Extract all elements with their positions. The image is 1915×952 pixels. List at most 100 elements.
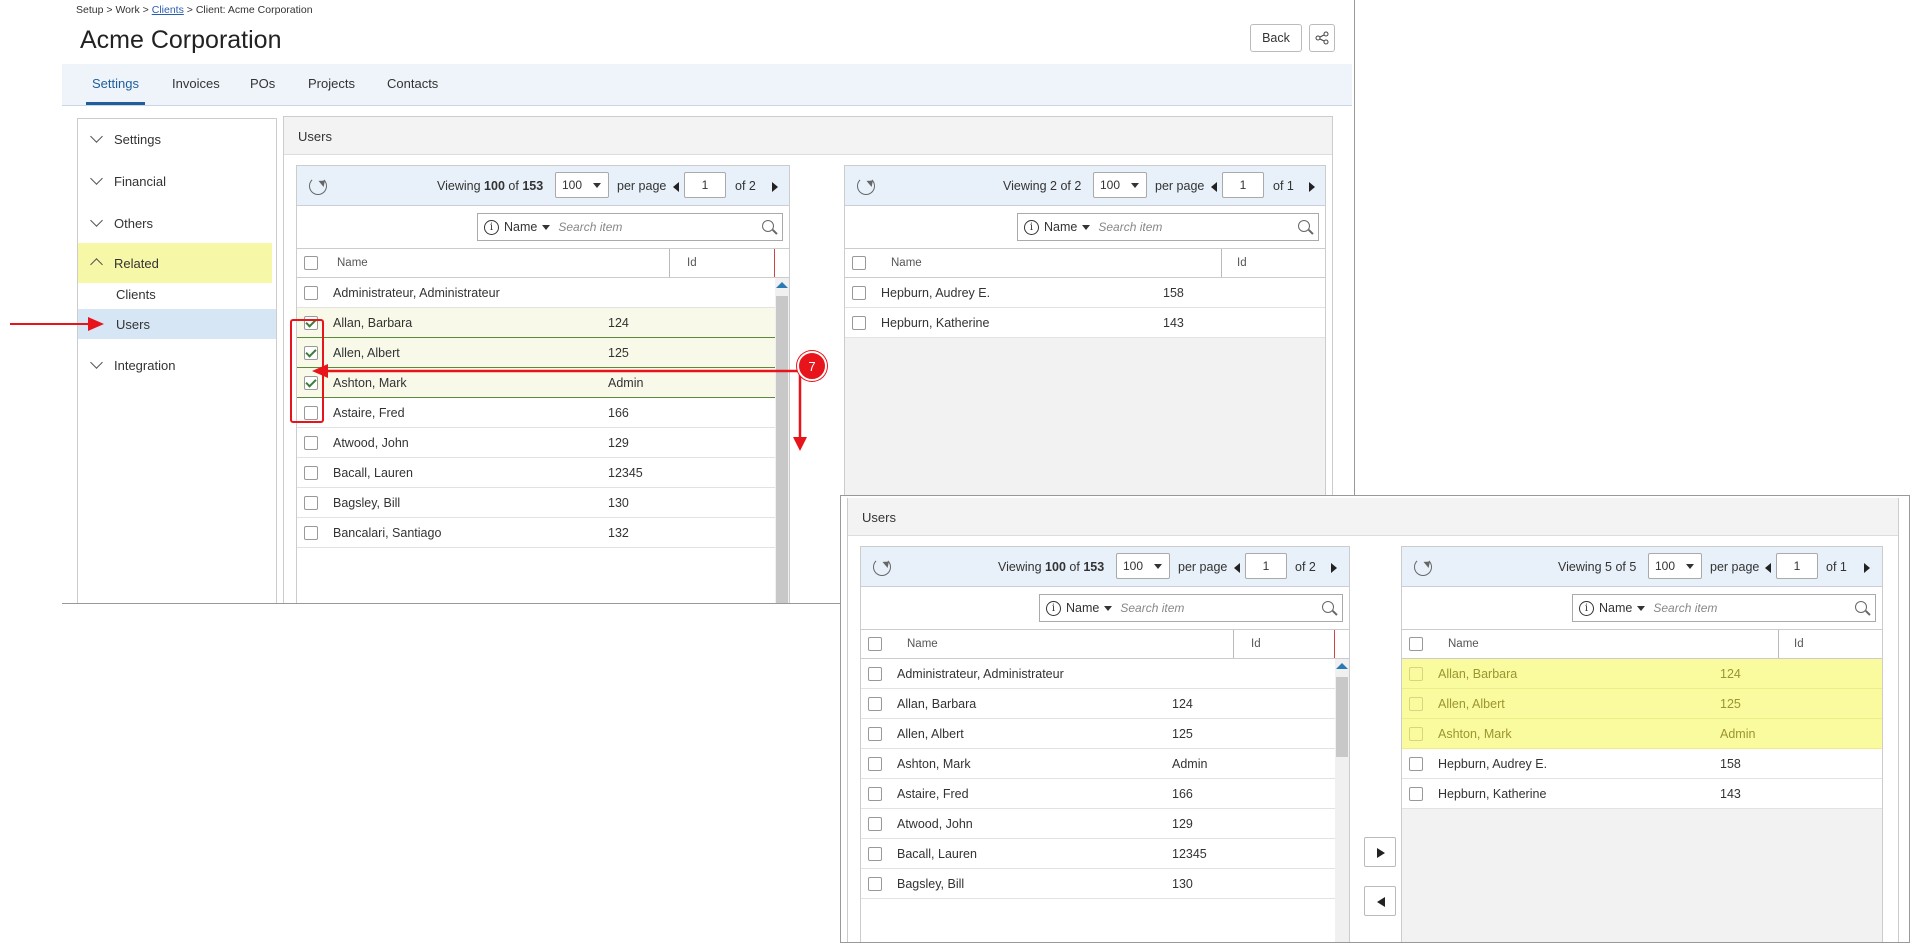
tab-invoices[interactable]: Invoices [172, 76, 220, 91]
page-number-input[interactable]: 1 [1776, 553, 1818, 579]
table-row[interactable]: Allan, Barbara 124 [297, 308, 775, 338]
search-icon[interactable] [1322, 601, 1334, 613]
page-size-select[interactable]: 100 [555, 172, 609, 198]
select-all-checkbox[interactable] [852, 256, 866, 270]
table-row[interactable]: Hepburn, Katherine 143 [845, 308, 1325, 338]
search-input[interactable]: Search item [1120, 601, 1184, 615]
search-box[interactable]: i Name Search item [477, 213, 783, 241]
next-page-icon[interactable] [1309, 182, 1315, 192]
next-page-icon[interactable] [1331, 563, 1337, 573]
tab-contacts[interactable]: Contacts [387, 76, 438, 91]
prev-page-icon[interactable] [1234, 563, 1240, 573]
row-checkbox[interactable] [1409, 667, 1423, 681]
sidebar-group-others[interactable]: Others [78, 204, 276, 242]
column-name[interactable]: Name [891, 257, 922, 269]
search-input[interactable]: Search item [1653, 601, 1717, 615]
prev-page-icon[interactable] [1211, 182, 1217, 192]
row-checkbox[interactable] [868, 697, 882, 711]
search-input[interactable]: Search item [1098, 220, 1162, 234]
next-page-icon[interactable] [1864, 563, 1870, 573]
search-icon[interactable] [1298, 220, 1310, 232]
next-page-icon[interactable] [772, 182, 778, 192]
sidebar-group-financial[interactable]: Financial [78, 162, 276, 200]
remove-users-button[interactable] [1364, 886, 1396, 916]
back-button[interactable]: Back [1250, 24, 1302, 52]
row-checkbox[interactable] [304, 526, 318, 540]
row-checkbox[interactable] [1409, 697, 1423, 711]
refresh-icon[interactable] [309, 177, 327, 195]
table-row[interactable]: Allen, Albert 125 [1402, 689, 1882, 719]
refresh-icon[interactable] [873, 558, 891, 576]
table-row[interactable]: Ashton, Mark Admin [1402, 719, 1882, 749]
search-field-select[interactable]: Name [1044, 220, 1077, 234]
table-row[interactable]: Hepburn, Audrey E. 158 [845, 278, 1325, 308]
column-name[interactable]: Name [1448, 638, 1479, 650]
tab-pos[interactable]: POs [250, 76, 275, 91]
row-checkbox[interactable] [1409, 727, 1423, 741]
table-row[interactable]: Atwood, John 129 [861, 809, 1335, 839]
row-checkbox[interactable] [868, 787, 882, 801]
prev-page-icon[interactable] [1765, 563, 1771, 573]
table-row[interactable]: Hepburn, Katherine 143 [1402, 779, 1882, 809]
table-row[interactable]: Allan, Barbara 124 [861, 689, 1335, 719]
sidebar-item-clients[interactable]: Clients [78, 279, 276, 309]
tab-projects[interactable]: Projects [308, 76, 355, 91]
search-box[interactable]: i Name Search item [1039, 594, 1343, 622]
column-id[interactable]: Id [1251, 638, 1261, 650]
tab-settings[interactable]: Settings [86, 76, 145, 105]
search-field-select[interactable]: Name [1599, 601, 1632, 615]
search-box[interactable]: i Name Search item [1017, 213, 1319, 241]
breadcrumb-work[interactable]: Work [115, 4, 139, 16]
table-row[interactable]: Hepburn, Audrey E. 158 [1402, 749, 1882, 779]
page-size-select[interactable]: 100 [1116, 553, 1170, 579]
scroll-up-icon[interactable] [1336, 663, 1348, 669]
page-size-select[interactable]: 100 [1648, 553, 1702, 579]
page-number-input[interactable]: 1 [684, 172, 726, 198]
search-field-select[interactable]: Name [504, 220, 537, 234]
select-all-checkbox[interactable] [304, 256, 318, 270]
table-row[interactable]: Allen, Albert 125 [861, 719, 1335, 749]
row-checkbox[interactable] [1409, 787, 1423, 801]
row-checkbox[interactable] [868, 847, 882, 861]
scrollbar[interactable] [1335, 659, 1349, 942]
breadcrumb-clients[interactable]: Clients [152, 4, 184, 16]
row-checkbox[interactable] [868, 667, 882, 681]
table-row[interactable]: Bagsley, Bill 130 [297, 488, 775, 518]
column-name[interactable]: Name [907, 638, 938, 650]
row-checkbox[interactable] [304, 466, 318, 480]
column-id[interactable]: Id [687, 257, 697, 269]
refresh-icon[interactable] [1414, 558, 1432, 576]
search-box[interactable]: i Name Search item [1572, 594, 1876, 622]
add-users-button[interactable] [1364, 837, 1396, 867]
row-checkbox[interactable] [304, 286, 318, 300]
sidebar-group-related[interactable]: Related [78, 243, 272, 283]
table-row[interactable]: Ashton, Mark Admin [861, 749, 1335, 779]
column-id[interactable]: Id [1794, 638, 1804, 650]
table-row[interactable]: Administrateur, Administrateur [297, 278, 775, 308]
row-checkbox[interactable] [852, 286, 866, 300]
select-all-checkbox[interactable] [868, 637, 882, 651]
page-size-select[interactable]: 100 [1093, 172, 1147, 198]
row-checkbox[interactable] [868, 817, 882, 831]
prev-page-icon[interactable] [673, 182, 679, 192]
row-checkbox[interactable] [868, 877, 882, 891]
row-checkbox[interactable] [868, 727, 882, 741]
refresh-icon[interactable] [857, 177, 875, 195]
table-row[interactable]: Bagsley, Bill 130 [861, 869, 1335, 899]
page-number-input[interactable]: 1 [1222, 172, 1264, 198]
scroll-up-icon[interactable] [776, 282, 788, 288]
search-icon[interactable] [1855, 601, 1867, 613]
search-input[interactable]: Search item [558, 220, 622, 234]
breadcrumb-setup[interactable]: Setup [76, 4, 103, 16]
sidebar-group-integration[interactable]: Integration [78, 346, 276, 384]
column-id[interactable]: Id [1237, 257, 1247, 269]
share-button[interactable] [1309, 24, 1335, 52]
sidebar-group-settings[interactable]: Settings [78, 120, 276, 158]
row-checkbox[interactable] [868, 757, 882, 771]
row-checkbox[interactable] [304, 496, 318, 510]
table-row[interactable]: Astaire, Fred 166 [861, 779, 1335, 809]
scroll-thumb[interactable] [1336, 677, 1348, 757]
search-icon[interactable] [762, 220, 774, 232]
table-row[interactable]: Allan, Barbara 124 [1402, 659, 1882, 689]
table-row[interactable]: Administrateur, Administrateur [861, 659, 1335, 689]
